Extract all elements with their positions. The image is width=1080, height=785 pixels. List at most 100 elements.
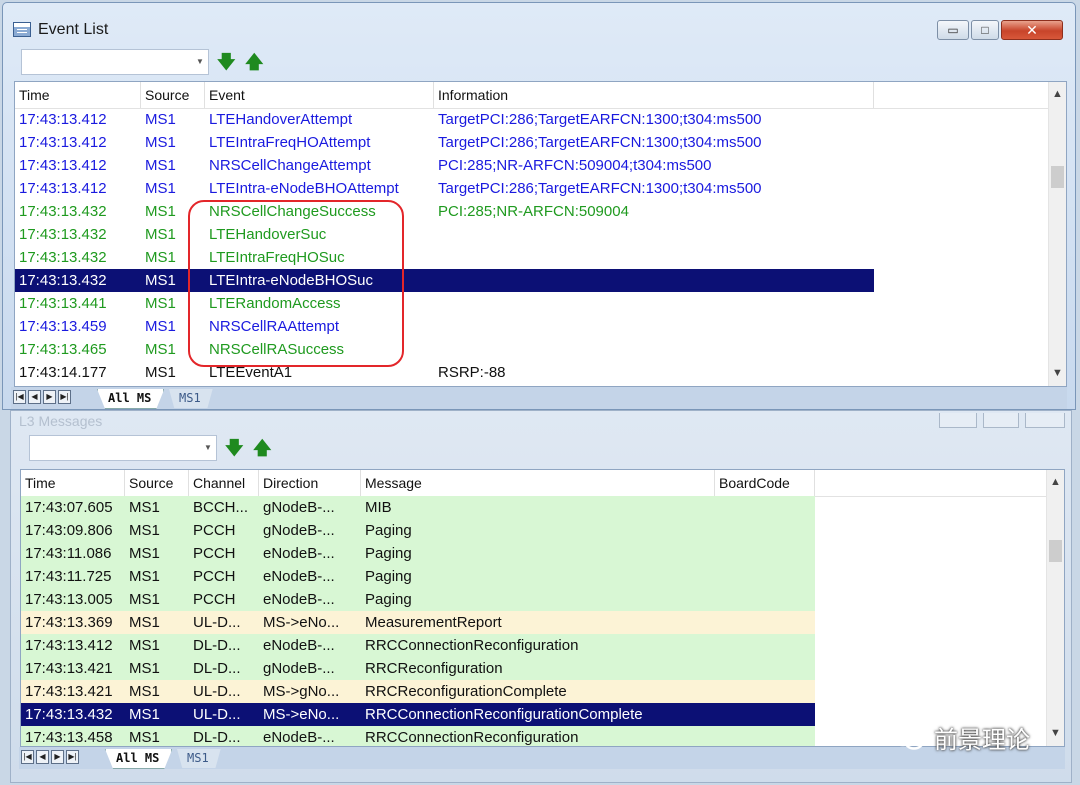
event-cell-time: 17:43:13.432 xyxy=(19,226,107,243)
event-cell-source: MS1 xyxy=(145,111,176,128)
event-row-selected[interactable]: 17:43:13.432 MS1 LTEIntra-eNodeBHOSuc xyxy=(15,269,874,292)
message-cell-time: 17:43:09.806 xyxy=(25,522,113,539)
chevron-down-icon[interactable]: ▼ xyxy=(192,50,208,74)
column-header-channel[interactable]: Channel xyxy=(189,470,259,496)
message-row[interactable]: 17:43:13.421 MS1 DL-D... gNodeB-... RRCRecon… xyxy=(21,657,815,680)
maximize-button[interactable] xyxy=(983,413,1019,428)
event-vertical-scrollbar[interactable]: ▲ ▼ xyxy=(1048,82,1066,386)
column-header-time[interactable]: Time xyxy=(15,82,141,108)
event-row[interactable]: 17:43:13.412 MS1 LTEIntra-eNodeBHOAttempt T… xyxy=(15,177,1045,200)
message-filter-combo[interactable]: ▼ xyxy=(29,435,217,461)
message-vertical-scrollbar[interactable]: ▲ ▼ xyxy=(1046,470,1064,746)
message-cell-channel: UL-D... xyxy=(193,683,241,700)
event-row[interactable]: 17:43:13.459 MS1 NRSCellRAAttempt xyxy=(15,315,1045,338)
event-row[interactable]: 17:43:13.412 MS1 LTEHandoverAttempt TargetP… xyxy=(15,108,1045,131)
message-cell-channel: UL-D... xyxy=(193,614,241,631)
message-cell-message: MeasurementReport xyxy=(365,614,502,631)
arrow-down-green-icon[interactable]: 🡇 xyxy=(217,52,236,72)
event-list-titlebar[interactable]: Event List ▭ □ ✕ xyxy=(3,3,1075,51)
tab-all-ms[interactable]: All MS xyxy=(105,749,173,769)
message-cell-direction: eNodeB-... xyxy=(263,545,335,562)
message-cell-source: MS1 xyxy=(129,660,160,677)
message-row-selected[interactable]: 17:43:13.432 MS1 UL-D... MS->eNo... RRCConne… xyxy=(21,703,815,726)
message-row[interactable]: 17:43:13.421 MS1 UL-D... MS->gNo... RRCRecon… xyxy=(21,680,815,703)
event-cell-event: LTEHandoverAttempt xyxy=(209,111,353,128)
message-grid: Time Source Channel Direction Message Bo… xyxy=(20,469,1065,747)
event-row[interactable]: 17:43:13.432 MS1 NRSCellChangeSuccess PCI:2… xyxy=(15,200,1045,223)
event-cell-info: TargetPCI:286;TargetEARFCN:1300;t304:ms5… xyxy=(438,180,762,197)
event-cell-source: MS1 xyxy=(145,157,176,174)
message-row[interactable]: 17:43:13.458 MS1 DL-D... eNodeB-... RRCConne… xyxy=(21,726,815,746)
event-cell-time: 17:43:13.432 xyxy=(19,203,107,220)
message-cell-source: MS1 xyxy=(129,637,160,654)
first-page-icon[interactable]: |◀ xyxy=(13,390,26,404)
message-row[interactable]: 17:43:13.412 MS1 DL-D... eNodeB-... RRCConne… xyxy=(21,634,815,657)
column-header-information[interactable]: Information xyxy=(434,82,874,108)
first-page-icon[interactable]: |◀ xyxy=(21,750,34,764)
tab-ms1[interactable]: MS1 xyxy=(169,389,213,408)
chevron-down-icon[interactable]: ▼ xyxy=(200,436,216,460)
last-page-icon[interactable]: ▶| xyxy=(58,390,71,404)
message-cell-time: 17:43:13.005 xyxy=(25,591,113,608)
event-cell-info xyxy=(434,315,874,338)
tab-ms1[interactable]: MS1 xyxy=(177,749,221,768)
prev-page-icon[interactable]: ◀ xyxy=(36,750,49,764)
column-header-direction[interactable]: Direction xyxy=(259,470,361,496)
message-cell-channel: DL-D... xyxy=(193,660,241,677)
next-page-icon[interactable]: ▶ xyxy=(51,750,64,764)
arrow-up-green-icon[interactable]: 🡅 xyxy=(253,438,272,458)
scroll-down-icon[interactable]: ▼ xyxy=(1047,725,1064,742)
event-row[interactable]: 17:43:13.432 MS1 LTEHandoverSuc xyxy=(15,223,1045,246)
message-cell-time: 17:43:13.421 xyxy=(25,683,113,700)
scroll-up-icon[interactable]: ▲ xyxy=(1049,86,1066,103)
message-cell-message: Paging xyxy=(365,568,412,585)
scroll-thumb[interactable] xyxy=(1049,540,1062,562)
event-row[interactable]: 17:43:13.465 MS1 NRSCellRASuccess xyxy=(15,338,1045,361)
message-cell-channel: PCCH xyxy=(193,591,236,608)
event-cell-source: MS1 xyxy=(145,134,176,151)
message-row[interactable]: 17:43:07.605 MS1 BCCH... gNodeB-... MIB xyxy=(21,496,815,519)
event-filter-combo[interactable]: ▼ xyxy=(21,49,209,75)
column-header-message[interactable]: Message xyxy=(361,470,715,496)
scroll-up-icon[interactable]: ▲ xyxy=(1047,474,1064,491)
column-header-boardcode[interactable]: BoardCode xyxy=(715,470,815,496)
event-row[interactable]: 17:43:13.441 MS1 LTERandomAccess xyxy=(15,292,1045,315)
arrow-up-green-icon[interactable]: 🡅 xyxy=(245,52,264,72)
message-cell-message: RRCReconfiguration xyxy=(365,660,503,677)
tab-all-ms[interactable]: All MS xyxy=(97,389,165,409)
event-cell-time: 17:43:13.465 xyxy=(19,341,107,358)
last-page-icon[interactable]: ▶| xyxy=(66,750,79,764)
close-button[interactable] xyxy=(1025,413,1065,428)
prev-page-icon[interactable]: ◀ xyxy=(28,390,41,404)
scroll-thumb[interactable] xyxy=(1051,166,1064,188)
message-cell-channel: PCCH xyxy=(193,568,236,585)
minimize-button[interactable]: ▭ xyxy=(937,20,969,40)
column-header-source[interactable]: Source xyxy=(125,470,189,496)
event-row[interactable]: 17:43:14.177 MS1 LTEEventA1 RSRP:-88 xyxy=(15,361,1045,384)
message-cell-source: MS1 xyxy=(129,683,160,700)
close-button[interactable]: ✕ xyxy=(1001,20,1063,40)
event-cell-info: RSRP:-88 xyxy=(438,364,506,381)
message-row[interactable]: 17:43:09.806 MS1 PCCH gNodeB-... Paging xyxy=(21,519,815,542)
maximize-button[interactable]: □ xyxy=(971,20,999,40)
message-row[interactable]: 17:43:13.005 MS1 PCCH eNodeB-... Paging xyxy=(21,588,815,611)
minimize-button[interactable] xyxy=(939,413,977,428)
event-cell-info xyxy=(434,246,874,269)
message-cell-message: RRCReconfigurationComplete xyxy=(365,683,567,700)
event-cell-info xyxy=(434,223,874,246)
message-cell-channel: PCCH xyxy=(193,522,236,539)
message-row[interactable]: 17:43:11.725 MS1 PCCH eNodeB-... Paging xyxy=(21,565,815,588)
message-row[interactable]: 17:43:13.369 MS1 UL-D... MS->eNo... Measurem… xyxy=(21,611,815,634)
column-header-time[interactable]: Time xyxy=(21,470,125,496)
next-page-icon[interactable]: ▶ xyxy=(43,390,56,404)
arrow-down-green-icon[interactable]: 🡇 xyxy=(225,438,244,458)
message-row[interactable]: 17:43:11.086 MS1 PCCH eNodeB-... Paging xyxy=(21,542,815,565)
event-row[interactable]: 17:43:13.432 MS1 LTEIntraFreqHOSuc xyxy=(15,246,1045,269)
message-cell-source: MS1 xyxy=(129,706,160,723)
event-row[interactable]: 17:43:13.412 MS1 NRSCellChangeAttempt PCI:2… xyxy=(15,154,1045,177)
column-header-source[interactable]: Source xyxy=(141,82,205,108)
scroll-down-icon[interactable]: ▼ xyxy=(1049,365,1066,382)
event-cell-info xyxy=(434,292,874,315)
event-row[interactable]: 17:43:13.412 MS1 LTEIntraFreqHOAttempt Targ… xyxy=(15,131,1045,154)
column-header-event[interactable]: Event xyxy=(205,82,434,108)
